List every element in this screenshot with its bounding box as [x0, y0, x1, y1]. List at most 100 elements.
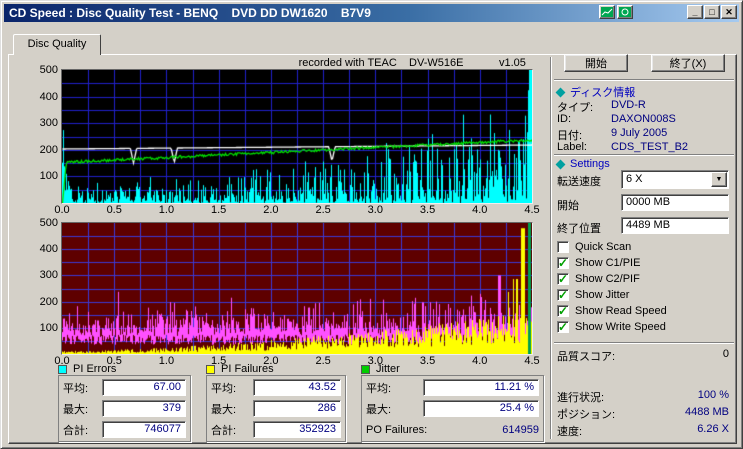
- x-tick-label: 4.5: [524, 355, 540, 367]
- progress-value: 100 %: [697, 389, 729, 401]
- checkbox-row-quick-scan[interactable]: Quick Scan: [557, 239, 733, 255]
- x-tick-label: 0.5: [106, 204, 122, 216]
- disc-id-label: ID:: [557, 113, 572, 125]
- chart-pi-failures-canvas: [62, 223, 532, 354]
- pi-errors-max-value: 379: [102, 400, 186, 417]
- avg-label: 平均:: [366, 382, 392, 395]
- y-tick-label: 200: [39, 143, 58, 156]
- close-button[interactable]: ✕: [721, 5, 737, 19]
- pi-failures-total-row: 合計: 352923: [211, 421, 341, 438]
- chart-pi-failures-y-axis: 100 200 300 400 500: [30, 217, 58, 354]
- exit-button[interactable]: 終了(X): [651, 54, 725, 72]
- speed-value: 6 X: [626, 173, 643, 185]
- x-tick-label: 2.0: [263, 204, 279, 216]
- disc-label-row: Label: CDS_TEST_B2: [557, 141, 688, 153]
- jitter-max-row: 最大: 25.4 %: [366, 400, 539, 417]
- current-speed-value: 6.26 X: [697, 423, 729, 435]
- start-position-field[interactable]: 0000 MB: [621, 194, 729, 211]
- titlebar[interactable]: CD Speed : Disc Quality Test - BENQ DVD …: [4, 4, 739, 22]
- checkbox-label-show-c2-pif: Show C2/PIF: [575, 273, 640, 285]
- chart-pi-errors-y-axis: 100 200 300 400 500: [30, 64, 58, 203]
- jitter-max-value: 25.4 %: [423, 400, 539, 417]
- pi-errors-avg-row: 平均: 67.00: [63, 379, 186, 396]
- x-tick-label: 0.0: [54, 204, 70, 216]
- settings-header: Settings: [555, 158, 610, 170]
- divider-1: [554, 79, 734, 81]
- x-tick-label: 2.5: [315, 204, 331, 216]
- position-label: ポジション:: [557, 409, 616, 421]
- quality-score-label: 品質スコア:: [557, 351, 616, 363]
- chart-pi-errors: 100 200 300 400 500 0.0 0.5 1.0 1.5 2.0 2.5 3.0 3.5…: [40, 64, 540, 216]
- checkbox-label-quick-scan: Quick Scan: [575, 241, 632, 253]
- checkbox-show-c1-pie[interactable]: ✓: [557, 257, 569, 269]
- checkbox-show-read-speed[interactable]: ✓: [557, 305, 569, 317]
- pi-errors-legend-icon: [58, 365, 67, 374]
- checkbox-show-jitter[interactable]: ✓: [557, 289, 569, 301]
- checkbox-label-show-jitter: Show Jitter: [575, 289, 630, 301]
- graph-view-icon[interactable]: [599, 5, 615, 19]
- x-tick-label: 4.0: [472, 204, 488, 216]
- speed-select[interactable]: 6 X ▼: [621, 170, 729, 189]
- chart-pi-errors-x-axis: 0.0 0.5 1.0 1.5 2.0 2.5 3.0 3.5 4.0 4.5: [54, 204, 539, 217]
- pi-errors-title: PI Errors: [73, 363, 117, 375]
- minimize-button[interactable]: _: [687, 5, 703, 19]
- checkbox-row-show-c2-pif[interactable]: ✓ Show C2/PIF: [557, 271, 733, 287]
- disc-view-icon[interactable]: [617, 5, 633, 19]
- chart-pi-failures: 100 200 300 400 500 0.0 0.5 1.0 1.5 2.0 2.5 3.0 3.5…: [40, 217, 540, 367]
- tab-disc-quality[interactable]: Disc Quality: [13, 34, 101, 55]
- po-failures-label: PO Failures:: [366, 423, 428, 436]
- checkbox-row-show-write-speed[interactable]: ✓ Show Write Speed: [557, 319, 733, 335]
- pi-failures-title: PI Failures: [221, 363, 274, 375]
- x-tick-label: 1.0: [158, 355, 175, 367]
- chart-pi-failures-x-axis: 0.0 0.5 1.0 1.5 2.0 2.5 3.0 3.5 4.0 4.5: [54, 355, 539, 368]
- checkbox-row-show-read-speed[interactable]: ✓ Show Read Speed: [557, 303, 733, 319]
- y-tick-label: 500: [39, 64, 58, 76]
- disc-label-value: CDS_TEST_B2: [611, 141, 689, 153]
- chevron-down-icon[interactable]: ▼: [711, 172, 727, 187]
- y-tick-label: 100: [39, 321, 58, 334]
- recorded-with-text: recorded with TEAC DV-W516E: [298, 57, 464, 69]
- maximize-button[interactable]: □: [704, 5, 720, 19]
- checkbox-show-write-speed[interactable]: ✓: [557, 321, 569, 333]
- chart-pi-errors-canvas: [62, 70, 532, 203]
- max-label: 最大:: [211, 403, 237, 416]
- pi-failures-group: 平均: 43.52 最大: 286 合計: 352923: [206, 375, 346, 442]
- x-tick-label: 4.5: [524, 204, 540, 216]
- pi-failures-max-row: 最大: 286: [211, 400, 341, 417]
- start-position-value: 0000 MB: [626, 196, 671, 208]
- disc-info-header: ディスク情報: [555, 84, 635, 100]
- pi-failures-avg-row: 平均: 43.52: [211, 379, 341, 396]
- pi-errors-avg-value: 67.00: [102, 379, 186, 396]
- checkbox-label-show-c1-pie: Show C1/PIE: [575, 257, 641, 269]
- total-label: 合計:: [211, 424, 237, 437]
- jitter-legend-icon: [361, 365, 370, 374]
- checkbox-show-c2-pif[interactable]: ✓: [557, 273, 569, 285]
- checkbox-label-show-read-speed: Show Read Speed: [575, 305, 667, 317]
- checkbox-row-show-c1-pie[interactable]: ✓ Show C1/PIE: [557, 255, 733, 271]
- pi-failures-avg-value: 43.52: [253, 379, 341, 396]
- progress-label: 進行状況:: [557, 392, 605, 404]
- x-tick-label: 4.0: [472, 355, 488, 367]
- end-position-label: 終了位置: [557, 223, 601, 235]
- jitter-group: 平均: 11.21 % 最大: 25.4 % PO Failures: 6149…: [361, 375, 544, 442]
- checkbox-quick-scan[interactable]: [557, 241, 569, 253]
- y-tick-label: 200: [39, 295, 58, 308]
- position-value: 4488 MB: [684, 406, 729, 418]
- end-position-field[interactable]: 4489 MB: [621, 217, 729, 234]
- speed-row: 速度: 6.26 X: [557, 423, 729, 439]
- start-button[interactable]: 開始: [564, 54, 628, 72]
- pi-failures-total-value: 352923: [253, 421, 341, 438]
- window-title: CD Speed : Disc Quality Test - BENQ DVD …: [9, 6, 371, 20]
- quality-score-value: 0: [722, 348, 729, 360]
- avg-label: 平均:: [211, 382, 237, 395]
- x-tick-label: 2.5: [315, 355, 331, 367]
- y-tick-label: 400: [39, 243, 58, 256]
- diamond-icon: [555, 87, 566, 97]
- exit-button-label: 終了(X): [669, 58, 707, 70]
- disc-label-label: Label:: [557, 141, 587, 153]
- app-window: CD Speed : Disc Quality Test - BENQ DVD …: [0, 0, 743, 449]
- checkbox-row-show-jitter[interactable]: ✓ Show Jitter: [557, 287, 733, 303]
- disc-id-row: ID: DAXON008S: [557, 113, 676, 125]
- disc-icon: [619, 7, 631, 17]
- maximize-icon: □: [709, 6, 715, 17]
